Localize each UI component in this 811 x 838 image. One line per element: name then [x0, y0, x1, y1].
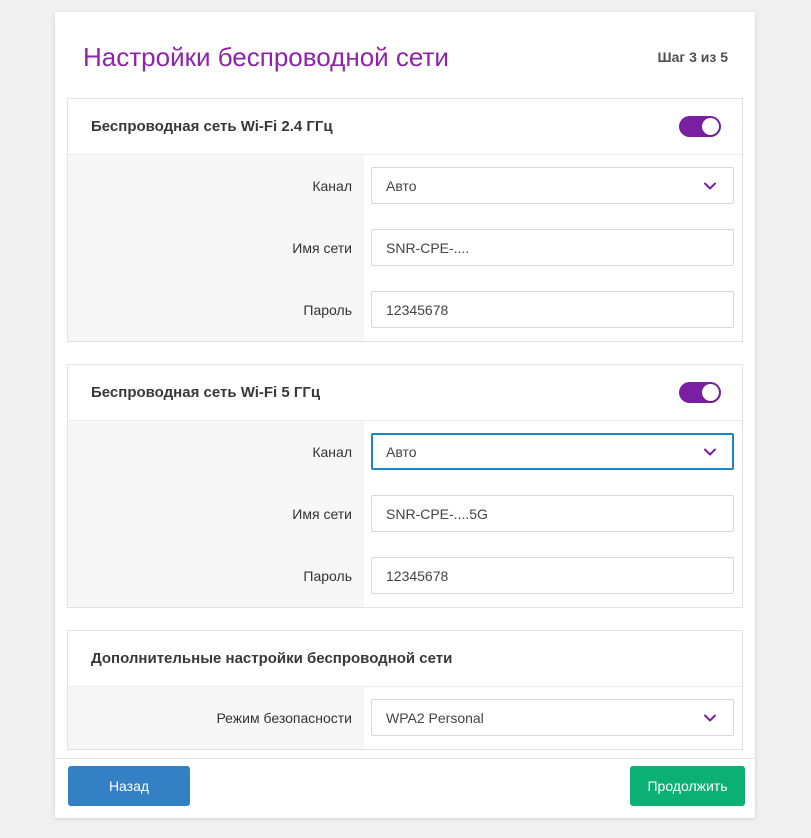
channel-2g-cell: Авто [364, 155, 742, 217]
section-wifi-2g-title: Беспроводная сеть Wi-Fi 2.4 ГГц [91, 118, 333, 135]
section-wifi-5g-header: Беспроводная сеть Wi-Fi 5 ГГц [68, 365, 742, 421]
ssid-5g-label: Имя сети [68, 483, 364, 545]
section-wifi-5g: Беспроводная сеть Wi-Fi 5 ГГц Канал Авто… [67, 364, 743, 608]
security-mode-select-value: WPA2 Personal [386, 710, 484, 726]
form-row-ssid-5g: Имя сети [68, 483, 742, 545]
chevron-down-icon [701, 443, 719, 461]
channel-5g-label: Канал [68, 421, 364, 483]
password-5g-label: Пароль [68, 545, 364, 607]
form-row-password-2g: Пароль [68, 279, 742, 341]
security-mode-label: Режим безопасности [68, 687, 364, 749]
channel-5g-cell: Авто [364, 421, 742, 483]
channel-2g-select[interactable]: Авто [371, 167, 734, 204]
ssid-5g-cell [364, 483, 742, 545]
ssid-5g-input[interactable] [371, 495, 734, 532]
wifi-5g-toggle[interactable] [679, 382, 721, 403]
channel-5g-select[interactable]: Авто [371, 433, 734, 470]
channel-2g-select-value: Авто [386, 178, 417, 194]
card-header: Настройки беспроводной сети Шаг 3 из 5 [55, 12, 755, 98]
section-wifi-2g-body: Канал Авто Имя сети Пароль [68, 155, 742, 341]
password-2g-label: Пароль [68, 279, 364, 341]
ssid-2g-label: Имя сети [68, 217, 364, 279]
section-additional-title: Дополнительные настройки беспроводной се… [91, 650, 452, 667]
page-title: Настройки беспроводной сети [83, 42, 449, 72]
back-button[interactable]: Назад [68, 766, 190, 806]
wizard-footer: Назад Продолжить [55, 758, 755, 818]
security-mode-cell: WPA2 Personal [364, 687, 742, 749]
section-wifi-5g-title: Беспроводная сеть Wi-Fi 5 ГГц [91, 384, 320, 401]
password-5g-cell [364, 545, 742, 607]
section-additional: Дополнительные настройки беспроводной се… [67, 630, 743, 750]
wifi-2g-toggle[interactable] [679, 116, 721, 137]
password-2g-input[interactable] [371, 291, 734, 328]
form-row-security-mode: Режим безопасности WPA2 Personal [68, 687, 742, 749]
section-wifi-2g: Беспроводная сеть Wi-Fi 2.4 ГГц Канал Ав… [67, 98, 743, 342]
security-mode-select[interactable]: WPA2 Personal [371, 699, 734, 736]
chevron-down-icon [701, 177, 719, 195]
ssid-2g-input[interactable] [371, 229, 734, 266]
password-5g-input[interactable] [371, 557, 734, 594]
form-row-ssid-2g: Имя сети [68, 217, 742, 279]
section-wifi-2g-header: Беспроводная сеть Wi-Fi 2.4 ГГц [68, 99, 742, 155]
chevron-down-icon [701, 709, 719, 727]
toggle-knob [702, 118, 719, 135]
toggle-knob [702, 384, 719, 401]
step-indicator: Шаг 3 из 5 [658, 49, 729, 65]
form-row-channel-2g: Канал Авто [68, 155, 742, 217]
section-additional-header: Дополнительные настройки беспроводной се… [68, 631, 742, 687]
channel-5g-select-value: Авто [386, 444, 417, 460]
channel-2g-label: Канал [68, 155, 364, 217]
form-row-channel-5g: Канал Авто [68, 421, 742, 483]
ssid-2g-cell [364, 217, 742, 279]
form-row-password-5g: Пароль [68, 545, 742, 607]
section-wifi-5g-body: Канал Авто Имя сети Пароль [68, 421, 742, 607]
section-additional-body: Режим безопасности WPA2 Personal [68, 687, 742, 749]
password-2g-cell [364, 279, 742, 341]
continue-button[interactable]: Продолжить [630, 766, 745, 806]
wizard-card: Настройки беспроводной сети Шаг 3 из 5 Б… [55, 12, 755, 818]
